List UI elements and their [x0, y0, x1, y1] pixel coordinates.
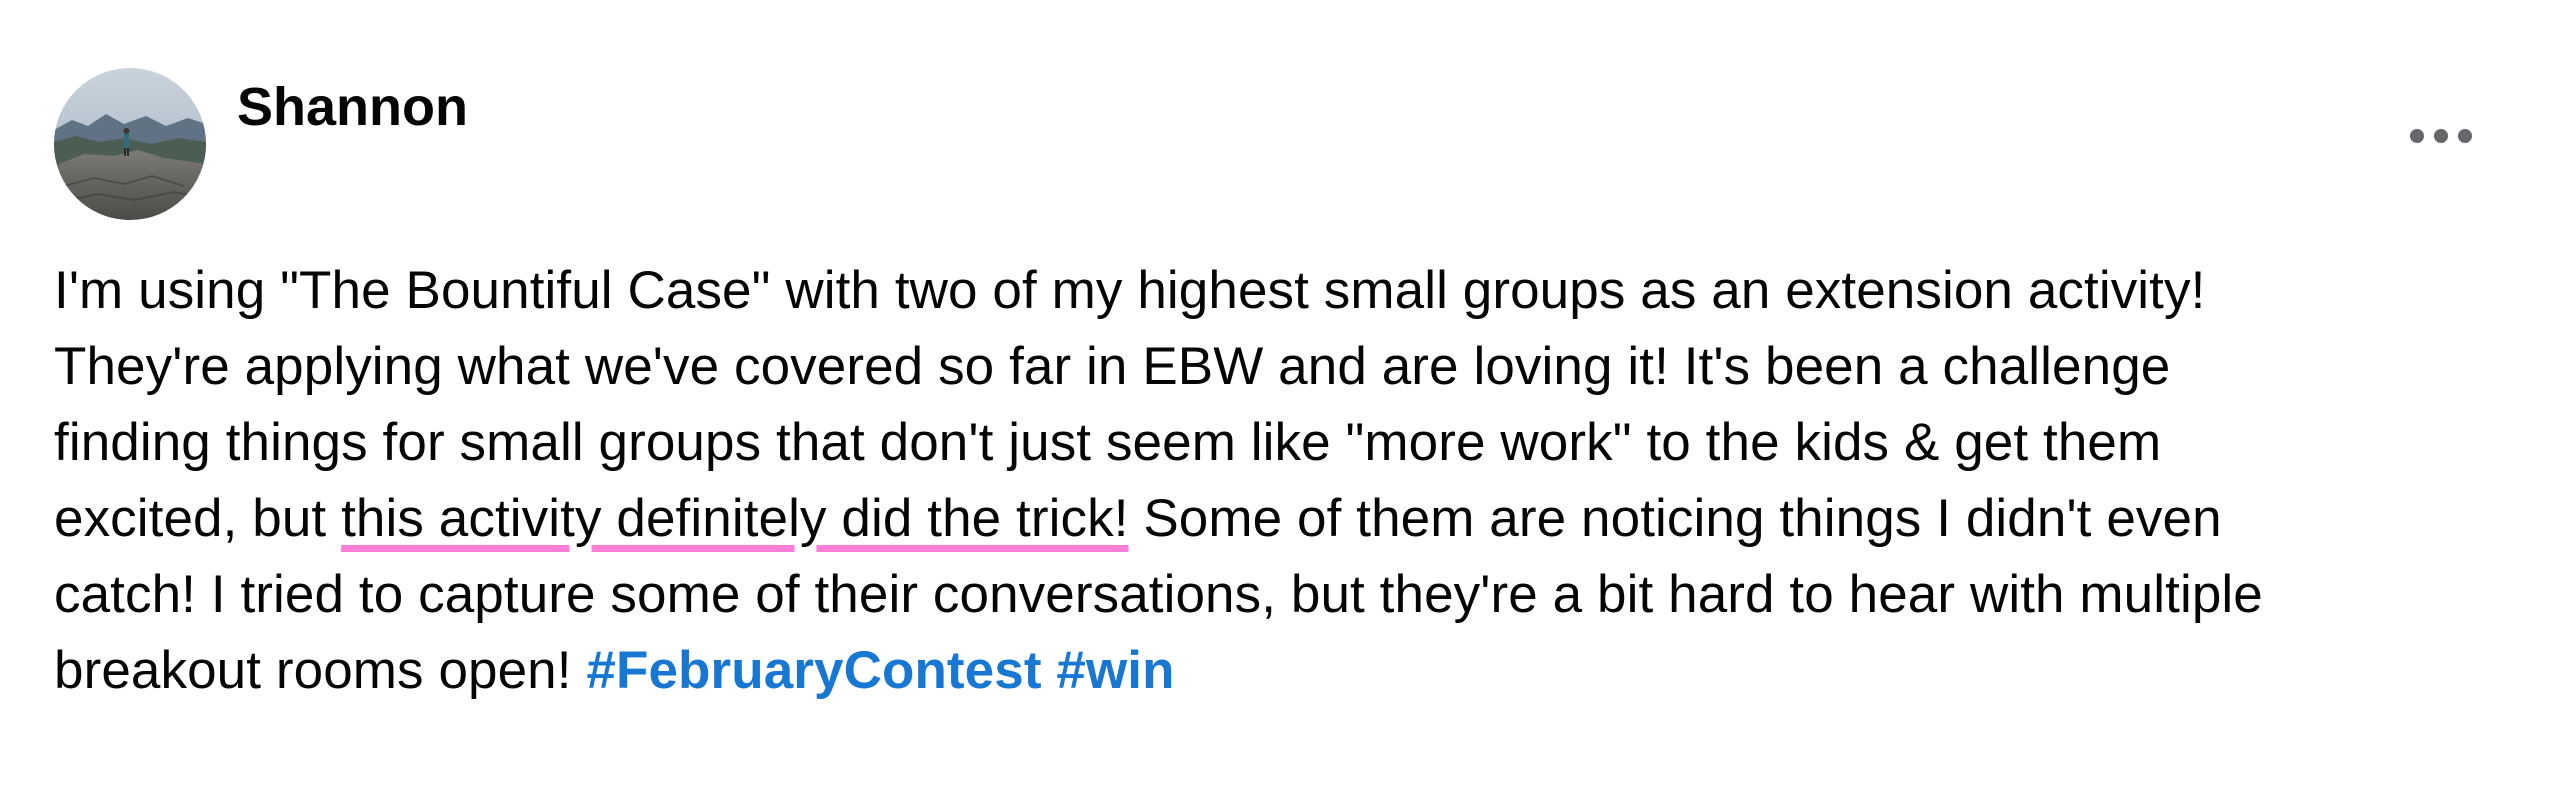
post-body-text: breakout rooms open!: [54, 641, 587, 700]
post-body-line: finding things for small groups that don…: [54, 413, 2162, 472]
post-body-text: excited, but: [54, 489, 342, 548]
more-horizontal-icon: [2410, 129, 2472, 143]
post-body: I'm using "The Bountiful Case" with two …: [54, 253, 2534, 709]
post-body-line: catch! I tried to capture some of their …: [54, 565, 2263, 624]
post-body-line: They're applying what we've covered so f…: [54, 337, 2171, 396]
hashtag-link-win[interactable]: #win: [1056, 641, 1174, 700]
post-body-line: excited, but this activity definitely di…: [54, 481, 2534, 557]
highlighted-text: this activity definitely did the trick!: [341, 489, 1129, 548]
post-body-line: breakout rooms open! #FebruaryContest #w…: [54, 633, 2534, 709]
post-card: Shannon I'm using "The Bountiful Case" w…: [0, 0, 2560, 793]
post-body-text: Some of them are noticing things I didn'…: [1128, 489, 2222, 548]
avatar-photo: [54, 68, 206, 220]
hashtag-link-february-contest[interactable]: #FebruaryContest: [586, 641, 1041, 700]
author-name[interactable]: Shannon: [237, 76, 468, 138]
more-options-button[interactable]: [2396, 104, 2486, 168]
post-body-line: I'm using "The Bountiful Case" with two …: [54, 261, 2206, 320]
author-avatar[interactable]: [54, 68, 206, 220]
